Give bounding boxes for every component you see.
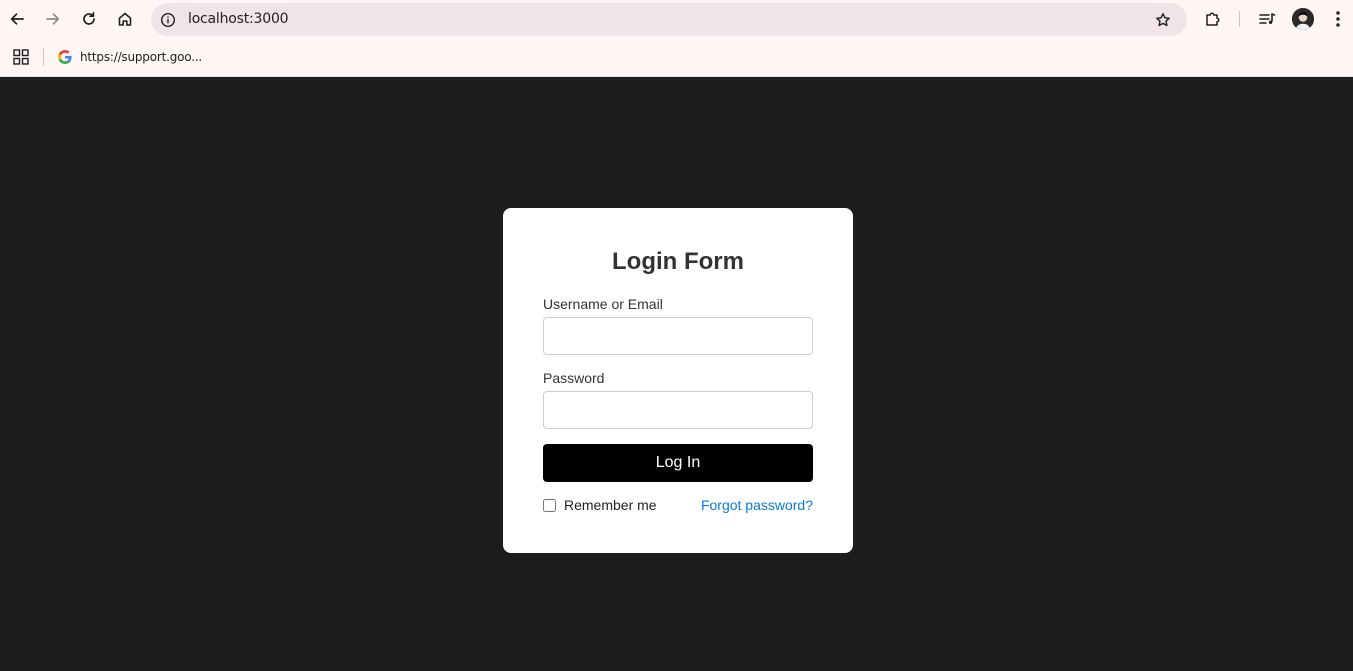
- star-icon[interactable]: [1153, 10, 1173, 30]
- login-card: Login Form Username or Email Password Lo…: [503, 208, 853, 553]
- media-queue-icon: [1259, 13, 1276, 24]
- password-input[interactable]: [543, 391, 813, 429]
- back-button[interactable]: [3, 5, 31, 33]
- username-label: Username or Email: [543, 296, 663, 312]
- google-g-icon: [58, 50, 72, 64]
- bookmark-label: https://support.goo...: [80, 50, 203, 64]
- browser-menu-button[interactable]: [1324, 5, 1352, 33]
- home-icon: [118, 12, 132, 26]
- password-label: Password: [543, 370, 605, 386]
- username-input[interactable]: [543, 317, 813, 355]
- browser-toolbar: localhost:3000: [0, 0, 1353, 38]
- bookmarks-separator: [43, 48, 44, 66]
- arrow-left-icon: [10, 13, 24, 25]
- address-bar[interactable]: localhost:3000: [151, 3, 1187, 36]
- bookmarks-bar: https://support.goo...: [0, 38, 1353, 77]
- extensions-button[interactable]: [1199, 5, 1227, 33]
- login-title: Login Form: [612, 248, 744, 275]
- home-button[interactable]: [111, 5, 139, 33]
- puzzle-icon: [1206, 12, 1220, 26]
- media-button[interactable]: [1253, 5, 1281, 33]
- forgot-password-link[interactable]: Forgot password?: [701, 497, 813, 513]
- toolbar-separator: [1239, 11, 1240, 27]
- arrow-right-icon: [46, 13, 60, 25]
- bookmark-support-google[interactable]: https://support.goo...: [57, 47, 202, 67]
- reload-icon: [83, 11, 95, 25]
- info-icon[interactable]: [159, 11, 177, 29]
- login-button[interactable]: Log In: [543, 444, 813, 482]
- reload-button[interactable]: [75, 5, 103, 33]
- remember-me[interactable]: Remember me: [543, 497, 657, 513]
- remember-label: Remember me: [564, 497, 657, 513]
- address-url[interactable]: localhost:3000: [188, 11, 289, 27]
- kebab-menu-icon: [1336, 11, 1340, 27]
- apps-grid-icon[interactable]: [12, 48, 30, 66]
- profile-avatar[interactable]: [1292, 8, 1314, 30]
- forward-button[interactable]: [39, 5, 67, 33]
- remember-checkbox[interactable]: [543, 498, 556, 512]
